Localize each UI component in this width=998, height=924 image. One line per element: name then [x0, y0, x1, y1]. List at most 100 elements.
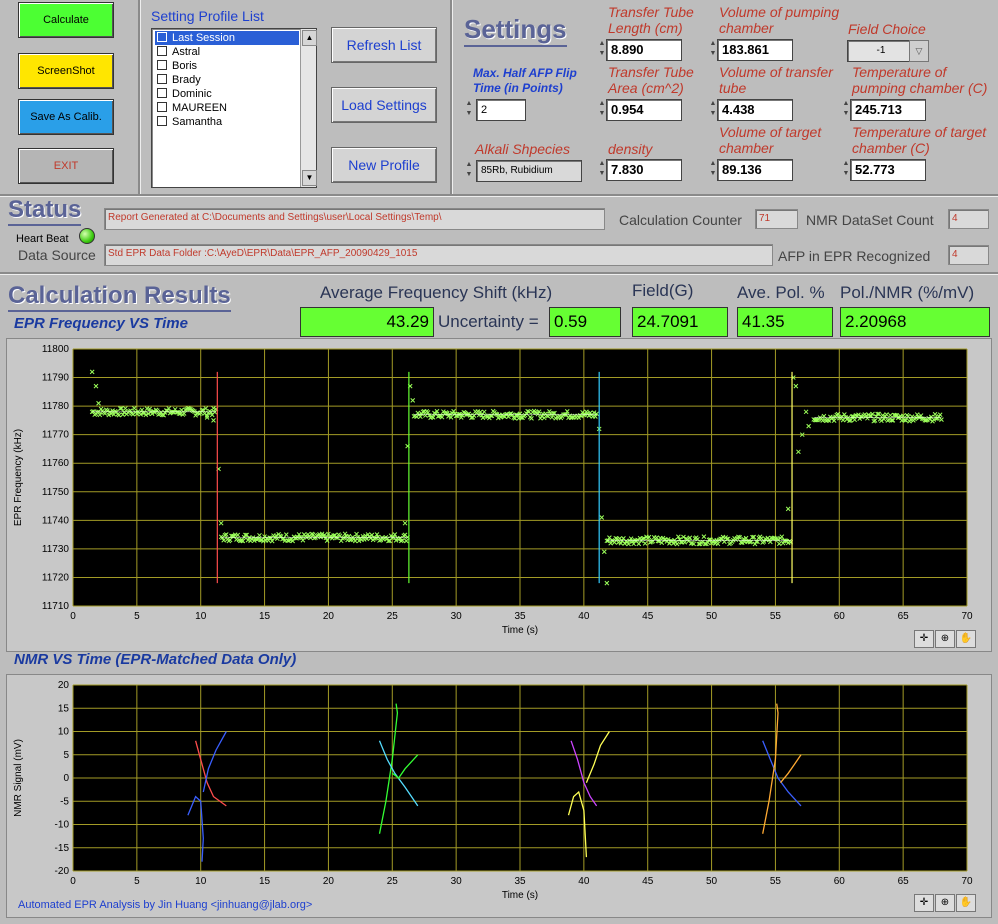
x-tick-label: 50	[706, 876, 718, 887]
nmr-count-value: 4	[948, 209, 989, 229]
report-text: Report Generated at C:\Documents and Set…	[104, 208, 605, 230]
y-tick-label: 11730	[42, 544, 70, 555]
list-item[interactable]: Brady	[155, 73, 299, 87]
list-item[interactable]: Dominic	[155, 87, 299, 101]
temp-target-spinner[interactable]: ▲ ▼	[842, 159, 850, 179]
y-tick-label: 20	[58, 680, 70, 691]
data-source-label: Data Source	[18, 247, 96, 263]
field-choice-select[interactable]: -1	[847, 40, 911, 62]
pan-hand-icon[interactable]: ✋	[956, 894, 976, 912]
x-tick-label: 70	[961, 611, 973, 622]
pan-hand-icon[interactable]: ✋	[956, 630, 976, 648]
screenshot-button[interactable]: ScreenShot	[18, 53, 114, 89]
vol-target-spinner[interactable]: ▲ ▼	[709, 159, 717, 179]
field-value: 24.7091	[632, 307, 728, 337]
y-tick-label: 11720	[42, 572, 70, 583]
y-tick-label: -10	[55, 820, 70, 831]
x-tick-label: 30	[451, 876, 463, 887]
x-tick-label: 0	[70, 876, 76, 887]
vol-pumping-input[interactable]: 183.861	[717, 39, 793, 61]
vol-pumping-spinner[interactable]: ▲ ▼	[709, 39, 717, 59]
crosshair-icon[interactable]: ✛	[914, 894, 934, 912]
transfer-tube-length-spinner[interactable]: ▲ ▼	[598, 39, 606, 59]
list-item[interactable]: MAUREEN	[155, 101, 299, 115]
x-axis-label: Time (s)	[502, 625, 538, 636]
temp-pumping-input[interactable]: 245.713	[850, 99, 926, 121]
list-item[interactable]: Samantha	[155, 115, 299, 129]
list-item[interactable]: Astral	[155, 45, 299, 59]
y-tick-label: 11770	[42, 430, 70, 441]
epr-plot-panel: 0 5 10 15 20 25 30 35 40 45 50 55 60 65 70 11710 11720 11…	[6, 338, 992, 652]
y-tick-label: 11800	[42, 344, 70, 355]
x-tick-label: 15	[259, 876, 271, 887]
load-settings-button[interactable]: Load Settings	[331, 87, 437, 123]
vol-target-input[interactable]: 89.136	[717, 159, 793, 181]
y-tick-label: 11790	[42, 373, 70, 384]
transfer-tube-area-input[interactable]: 0.954	[606, 99, 682, 121]
x-tick-label: 45	[642, 876, 654, 887]
nmr-chart[interactable]: 0 5 10 15 20 25 30 35 40 45 50 55 60 65 70 -20 -15 -10 -5 0…	[7, 675, 991, 917]
pol-nmr-value: 2.20968	[840, 307, 990, 337]
profile-icon	[157, 74, 167, 84]
uncertainty-value: 0.59	[549, 307, 621, 337]
vol-transfer-spinner[interactable]: ▲ ▼	[709, 99, 717, 119]
profile-list[interactable]: Last Session Astral Boris Brady Dominic MAURE…	[151, 28, 317, 188]
scroll-down-icon[interactable]: ▼	[302, 170, 317, 186]
x-tick-label: 5	[134, 611, 140, 622]
max-half-afp-spinner[interactable]: ▲ ▼	[465, 99, 473, 119]
list-item-label: Brady	[172, 74, 201, 86]
transfer-tube-area-spinner[interactable]: ▲ ▼	[598, 99, 606, 119]
x-tick-label: 65	[898, 876, 910, 887]
list-item-label: Samantha	[172, 116, 223, 128]
y-tick-label: 5	[63, 750, 69, 761]
density-input[interactable]: 7.830	[606, 159, 682, 181]
footer-credit: Automated EPR Analysis by Jin Huang <jin…	[18, 899, 313, 911]
heartbeat-label: Heart Beat	[16, 233, 69, 245]
scroll-up-icon[interactable]: ▲	[302, 30, 317, 46]
profile-icon	[157, 60, 167, 70]
y-tick-label: -20	[55, 866, 70, 877]
chevron-down-icon[interactable]: ▽	[909, 40, 929, 62]
alkali-label: Alkali Shpecies	[475, 141, 570, 157]
temp-pumping-label: Temperature of pumping chamber (C)	[852, 64, 988, 96]
x-tick-label: 20	[323, 611, 335, 622]
x-tick-label: 25	[387, 876, 399, 887]
x-tick-label: 40	[578, 876, 590, 887]
y-axis-label: EPR Frequency (kHz)	[13, 429, 24, 526]
temp-target-label: Temperature of target chamber (C)	[852, 124, 987, 156]
exit-button[interactable]: EXIT	[18, 148, 114, 184]
epr-plot-title: EPR Frequency VS Time	[14, 315, 188, 332]
epr-chart[interactable]: 0 5 10 15 20 25 30 35 40 45 50 55 60 65 70 11710 11720 11…	[7, 339, 991, 651]
transfer-tube-length-input[interactable]: 8.890	[606, 39, 682, 61]
max-half-afp-input[interactable]: 2	[476, 99, 526, 121]
zoom-icon[interactable]: ⊕	[935, 894, 955, 912]
save-as-calib-button[interactable]: Save As Calib.	[18, 99, 114, 135]
refresh-list-button[interactable]: Refresh List	[331, 27, 437, 63]
crosshair-icon[interactable]: ✛	[914, 630, 934, 648]
y-axis-label: NMR Signal (mV)	[13, 739, 24, 817]
alkali-spinner[interactable]: ▲ ▼	[465, 160, 473, 180]
heartbeat-led-icon	[79, 228, 95, 244]
calc-counter-value: 71	[755, 209, 798, 229]
temp-pumping-spinner[interactable]: ▲ ▼	[842, 99, 850, 119]
scrollbar[interactable]: ▲ ▼	[300, 29, 317, 187]
calculate-button[interactable]: Calculate	[18, 2, 114, 38]
separator	[138, 0, 141, 194]
zoom-icon[interactable]: ⊕	[935, 630, 955, 648]
list-item[interactable]: Boris	[155, 59, 299, 73]
temp-target-input[interactable]: 52.773	[850, 159, 926, 181]
new-profile-button[interactable]: New Profile	[331, 147, 437, 183]
profile-list-title: Setting Profile List	[151, 8, 264, 24]
vol-transfer-input[interactable]: 4.438	[717, 99, 793, 121]
alkali-select[interactable]: 85Rb, Rubidium	[476, 160, 582, 182]
avg-freq-label: Average Frequency Shift (kHz)	[320, 283, 553, 302]
x-tick-label: 15	[259, 611, 271, 622]
transfer-tube-area-label: Transfer Tube Area (cm^2)	[608, 64, 694, 96]
density-spinner[interactable]: ▲ ▼	[598, 159, 606, 179]
list-item-label: Astral	[172, 46, 201, 58]
x-tick-label: 70	[961, 876, 973, 887]
list-item-label: Boris	[172, 60, 198, 72]
y-tick-label: 11750	[42, 487, 70, 498]
list-item-label: Dominic	[172, 88, 212, 100]
list-item[interactable]: Last Session	[155, 31, 299, 45]
